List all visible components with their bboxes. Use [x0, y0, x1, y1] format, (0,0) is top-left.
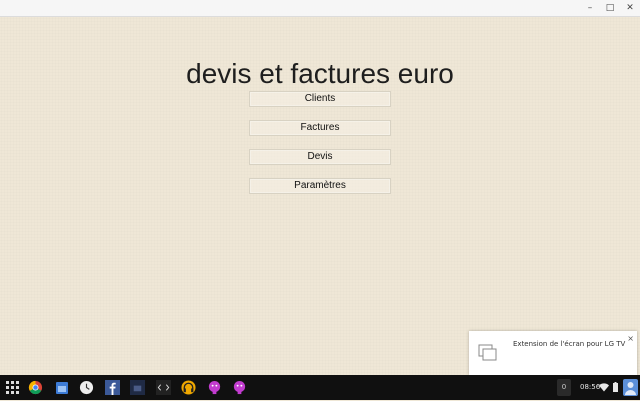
clients-button[interactable]: Clients [249, 91, 391, 107]
factures-button[interactable]: Factures [249, 120, 391, 136]
app-window: devis et factures euro Clients Factures … [0, 17, 640, 375]
code-editor-icon[interactable] [155, 379, 172, 396]
notification-text: Extension de l'écran pour LG TV [513, 340, 626, 348]
maximize-button[interactable]: □ [604, 1, 616, 14]
clock-app-icon[interactable] [78, 379, 95, 396]
status-clock[interactable]: 08:56 [580, 379, 600, 396]
launcher-icon[interactable] [4, 379, 20, 395]
android-app-icon-2[interactable] [231, 379, 248, 396]
headphones-icon[interactable] [180, 379, 197, 396]
window-titlebar: – □ ✕ [0, 0, 640, 17]
avatar[interactable] [623, 379, 638, 396]
parametres-button[interactable]: Paramètres [249, 178, 391, 194]
main-menu: Clients Factures Devis Paramètres [249, 91, 391, 194]
files-icon[interactable] [53, 379, 70, 396]
facebook-icon[interactable] [104, 379, 121, 396]
chrome-icon[interactable] [27, 379, 44, 396]
notification-close-button[interactable]: × [627, 334, 634, 343]
minimize-button[interactable]: – [584, 1, 596, 14]
dark-app-icon[interactable] [129, 379, 146, 396]
wifi-icon[interactable] [599, 383, 609, 392]
devis-button[interactable]: Devis [249, 149, 391, 165]
cast-notification[interactable]: Extension de l'écran pour LG TV × [469, 331, 637, 375]
shelf: 0 08:56 [0, 375, 640, 400]
cast-screen-icon [478, 344, 497, 361]
android-app-icon[interactable] [206, 379, 223, 396]
page-title: devis et factures euro [186, 57, 454, 89]
battery-icon[interactable] [613, 382, 618, 392]
window-controls: – □ ✕ [584, 1, 636, 14]
close-button[interactable]: ✕ [624, 1, 636, 14]
notification-count[interactable]: 0 [557, 379, 571, 396]
